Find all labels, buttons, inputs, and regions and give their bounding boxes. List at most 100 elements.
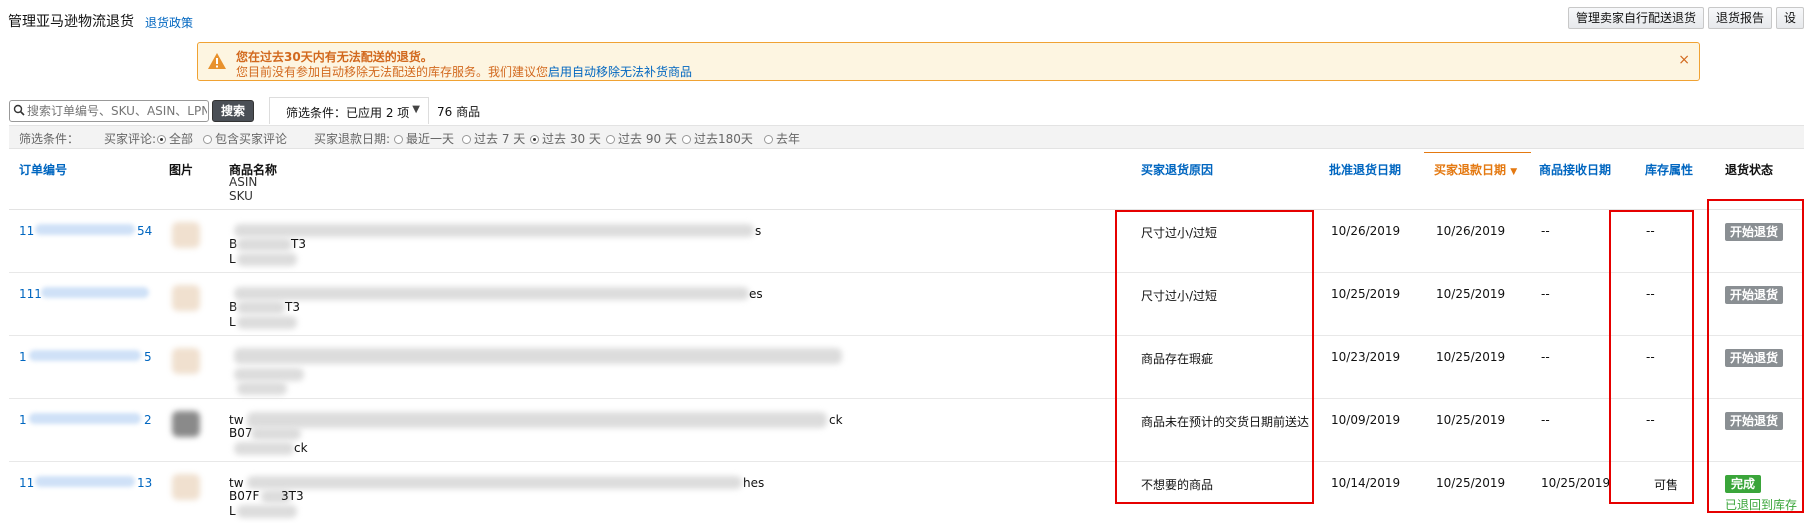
date-option-last-year[interactable]: 去年 (764, 130, 800, 147)
start-return-button[interactable]: 开始退货 (1725, 286, 1784, 304)
date-option-90-days[interactable]: 过去 90 天 (606, 130, 677, 147)
product-thumbnail (172, 222, 200, 248)
radio-icon (682, 135, 691, 144)
redacted-order-id (35, 224, 135, 235)
date-option-30-days[interactable]: 过去 30 天 (530, 130, 601, 147)
order-id[interactable]: 1 (19, 413, 27, 427)
received-date: -- (1541, 224, 1550, 238)
order-id-suffix[interactable]: 13 (137, 476, 152, 490)
return-reason: 尺寸过小/过短 (1141, 226, 1218, 240)
product-name-prefix: tw (229, 476, 244, 490)
search-button[interactable]: 搜索 (212, 100, 254, 122)
order-id[interactable]: 111 (19, 287, 42, 301)
search-input[interactable] (27, 102, 207, 120)
refund-date: 10/26/2019 (1436, 224, 1506, 238)
return-policy-link[interactable]: 退货政策 (145, 14, 193, 31)
settings-button[interactable]: 设 (1775, 7, 1804, 29)
table-header: 订单编号 图片 商品名称 ASIN SKU 买家退货原因 批准退货日期 买家退款… (9, 150, 1804, 210)
table-row: 111 es B T3 L 尺寸过小/过短 10/25/2019 10/25/2… (9, 273, 1804, 336)
redacted-product-name (234, 224, 754, 237)
radio-icon (157, 135, 166, 144)
inventory-attribute: -- (1646, 413, 1655, 427)
sku-fragment: L (229, 252, 236, 266)
redacted-sku (237, 253, 297, 266)
start-return-button[interactable]: 开始退货 (1725, 412, 1784, 430)
top-bar: 管理亚马逊物流退货 退货政策 管理卖家自行配送退货 退货报告 设 (0, 0, 1804, 36)
top-buttons: 管理卖家自行配送退货 退货报告 设 (1567, 7, 1804, 29)
return-reason: 不想要的商品 (1141, 478, 1214, 492)
redacted-order-id (41, 287, 149, 298)
search-icon (13, 104, 25, 116)
table-row: 1 5 商品存在瑕疵 10/23/2019 10/25/2019 -- -- 开… (9, 336, 1804, 399)
redacted-asin (237, 301, 285, 314)
header-order-id[interactable]: 订单编号 (19, 161, 67, 178)
filter-dropdown[interactable]: 筛选条件：已应用 2 项 ▼ (269, 97, 429, 124)
approved-date: 10/09/2019 (1331, 413, 1401, 427)
sku-fragment: L (229, 504, 236, 518)
order-id-suffix[interactable]: 54 (137, 224, 152, 238)
received-date: -- (1541, 350, 1550, 364)
close-icon[interactable]: × (1678, 52, 1690, 68)
redacted-asin (234, 368, 304, 381)
received-date: -- (1541, 413, 1550, 427)
review-option-all[interactable]: 全部 (157, 130, 193, 147)
date-option-7-days[interactable]: 过去 7 天 (462, 130, 525, 147)
refund-date: 10/25/2019 (1436, 350, 1506, 364)
asin-suffix: 3T3 (281, 489, 304, 503)
asin-suffix: T3 (285, 300, 300, 314)
header-inventory-attribute[interactable]: 库存属性 (1645, 161, 1693, 178)
approved-date: 10/14/2019 (1331, 476, 1401, 490)
start-return-button[interactable]: 开始退货 (1725, 349, 1784, 367)
return-reason: 商品未在预计的交货日期前送达 (1141, 415, 1310, 429)
order-id[interactable]: 11 (19, 224, 34, 238)
product-thumbnail (172, 411, 200, 437)
radio-icon (764, 135, 773, 144)
table-row: 11 54 s B T3 L 尺寸过小/过短 10/26/2019 10/26/… (9, 210, 1804, 273)
start-return-button[interactable]: 开始退货 (1725, 223, 1784, 241)
redacted-product-name (234, 348, 842, 364)
returns-report-button[interactable]: 退货报告 (1707, 7, 1772, 29)
inventory-attribute: -- (1646, 224, 1655, 238)
header-return-reason[interactable]: 买家退货原因 (1141, 161, 1213, 178)
radio-icon (394, 135, 403, 144)
received-date: 10/25/2019 (1541, 476, 1611, 490)
asin-fragment: B (229, 237, 238, 251)
date-option-last-day[interactable]: 最近一天 (394, 130, 454, 147)
redacted-product-name (234, 287, 749, 300)
status-note: 已退回到库存 (1725, 498, 1798, 512)
order-id[interactable]: 11 (19, 476, 34, 490)
product-thumbnail (172, 474, 200, 500)
alert-text: 您目前没有参加自动移除无法配送的库存服务。我们建议您启用自动移除无法补货商品 (236, 63, 692, 80)
page-title: 管理亚马逊物流退货 (8, 14, 134, 30)
review-option-with-comments[interactable]: 包含买家评论 (203, 130, 287, 147)
redacted-order-id (29, 350, 141, 361)
table-row: 11 13 tw hes B07F 3T3 L 不想要的商品 10/14/201… (9, 462, 1804, 523)
table-row: 1 2 tw ck B07 ck 商品未在预计的交货日期前送达 10/09/20… (9, 399, 1804, 462)
order-id-suffix[interactable]: 5 (144, 350, 152, 364)
approved-date: 10/26/2019 (1331, 224, 1401, 238)
review-filter-label: 买家评论: (104, 132, 157, 146)
refund-date: 10/25/2019 (1436, 287, 1506, 301)
sku-fragment: ck (294, 441, 308, 455)
completed-status-badge: 完成 (1725, 475, 1762, 493)
manage-merchant-returns-button[interactable]: 管理卖家自行配送退货 (1567, 7, 1704, 29)
refund-date: 10/25/2019 (1436, 476, 1506, 490)
enable-auto-removal-link[interactable]: 启用自动移除无法补货商品 (548, 65, 692, 79)
header-refund-date[interactable]: 买家退款日期 ▼ (1434, 161, 1517, 178)
order-id-suffix[interactable]: 2 (144, 413, 152, 427)
header-received-date[interactable]: 商品接收日期 (1539, 161, 1611, 178)
search-row: 搜索 筛选条件：已应用 2 项 ▼ 76 商品 (9, 97, 1804, 125)
header-approved-date[interactable]: 批准退货日期 (1329, 161, 1401, 178)
inventory-attribute: -- (1646, 287, 1655, 301)
date-option-7-days-label: 过去 7 天 (474, 132, 526, 146)
review-option-all-label: 全部 (169, 132, 194, 146)
redacted-sku (237, 505, 297, 518)
date-option-180-days[interactable]: 过去180天 (682, 130, 753, 147)
redacted-product-name (247, 476, 742, 489)
order-id[interactable]: 1 (19, 350, 27, 364)
search-box (9, 100, 209, 122)
date-filter-label: 买家退款日期: (314, 132, 391, 146)
sku-fragment: L (229, 315, 236, 329)
sort-indicator-line (1424, 152, 1531, 153)
redacted-sku (234, 442, 294, 455)
